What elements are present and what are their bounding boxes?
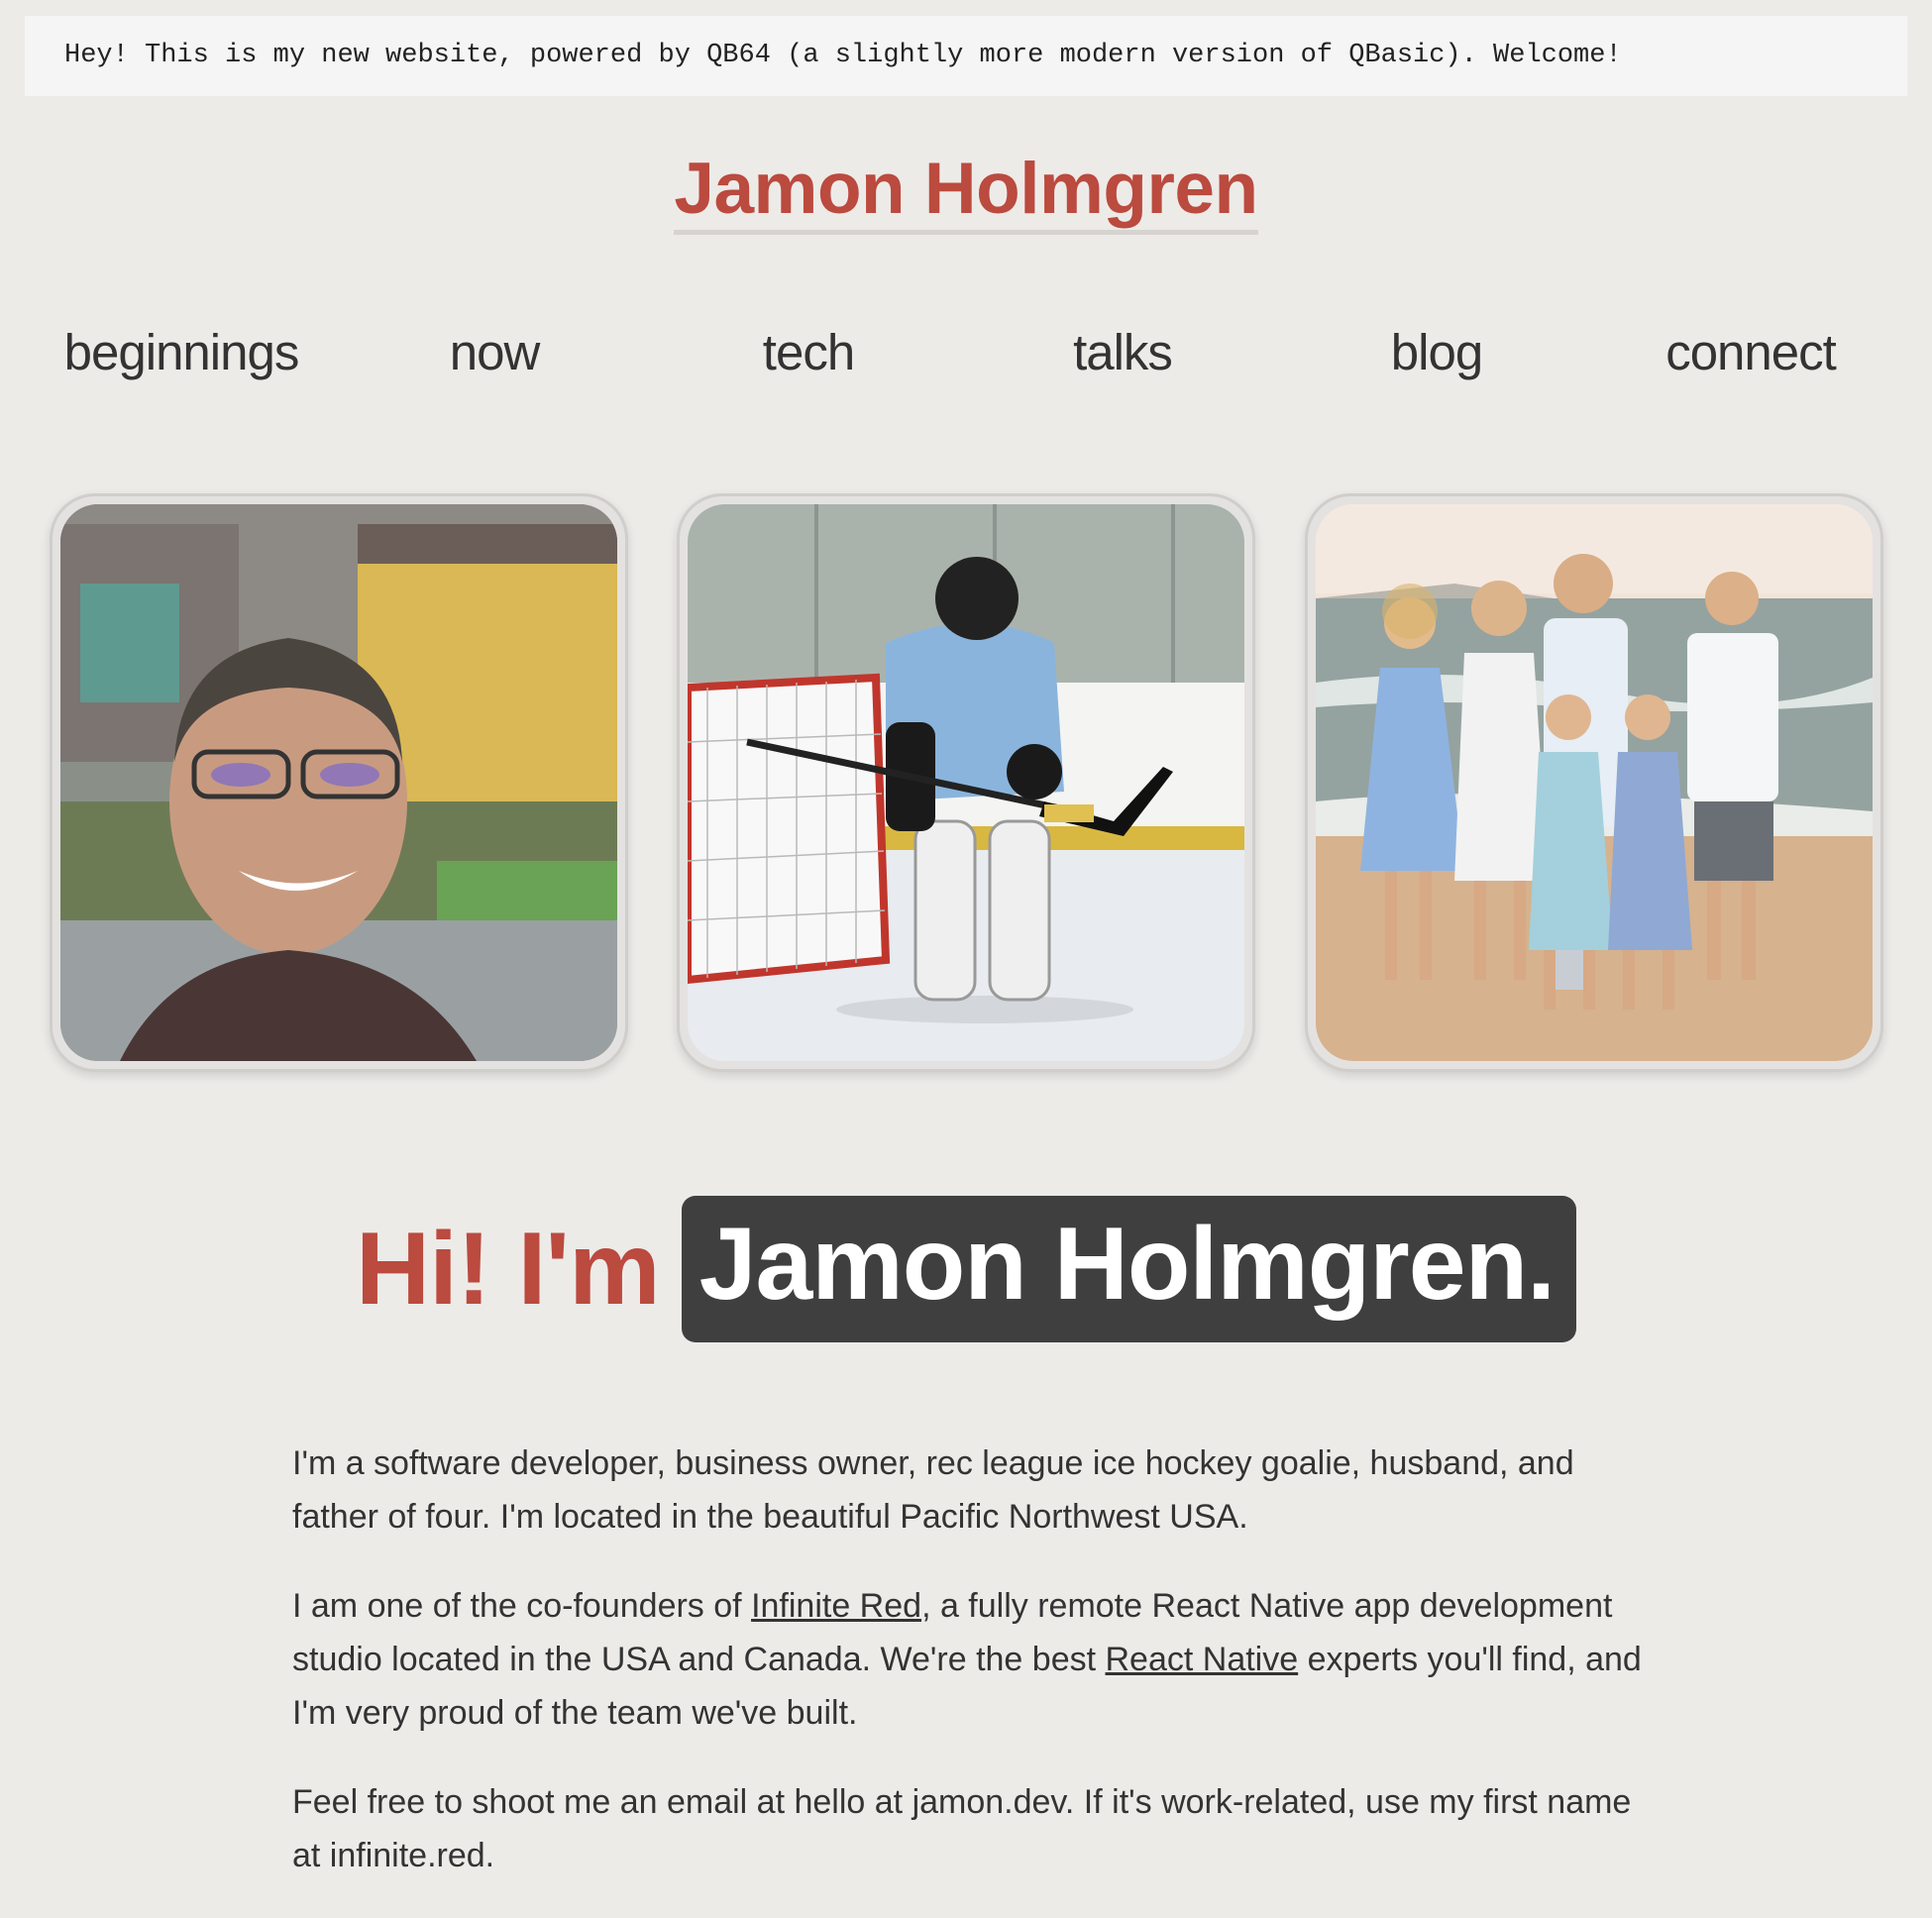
about-section: I'm a software developer, business owner… <box>292 1437 1650 1918</box>
about-paragraph-1: I'm a software developer, business owner… <box>292 1444 1574 1536</box>
photo-card-portrait <box>50 493 628 1072</box>
nav-link-tech[interactable]: tech <box>652 315 965 390</box>
nav-link-beginnings[interactable]: beginnings <box>25 315 338 390</box>
hero-heading: Hi! I'm Jamon Holmgren. <box>0 1196 1932 1344</box>
nav-link-talks[interactable]: talks <box>966 315 1279 390</box>
infinite-red-link[interactable]: Infinite Red <box>751 1587 921 1625</box>
photo-gallery <box>0 493 1932 1073</box>
react-native-link[interactable]: React Native <box>1106 1641 1299 1678</box>
welcome-banner: Hey! This is my new website, powered by … <box>25 16 1907 96</box>
family-beach-photo-icon <box>1316 504 1873 1061</box>
about-paragraph-3: Feel free to shoot me an email at hello … <box>292 1783 1632 1874</box>
nav-link-connect[interactable]: connect <box>1594 315 1907 390</box>
hockey-goalie-photo-icon <box>688 504 1244 1061</box>
main-nav: beginnings now tech talks blog connect <box>0 315 1932 390</box>
photo-card-hockey <box>677 493 1255 1072</box>
portrait-photo-icon <box>60 504 617 1061</box>
hero-greeting: Hi! I'm <box>356 1211 661 1327</box>
site-header: Jamon Holmgren <box>0 149 1932 235</box>
nav-link-now[interactable]: now <box>338 315 651 390</box>
site-title-link[interactable]: Jamon Holmgren <box>674 149 1258 235</box>
nav-link-blog[interactable]: blog <box>1280 315 1593 390</box>
photo-card-family <box>1305 493 1883 1072</box>
hero-name-badge: Jamon Holmgren. <box>681 1196 1576 1343</box>
welcome-banner-text: Hey! This is my new website, powered by … <box>64 41 1622 70</box>
about-p2-text-start: I am one of the co-founders of <box>292 1587 752 1625</box>
about-paragraph-2: I am one of the co-founders of Infinite … <box>292 1579 1650 1740</box>
